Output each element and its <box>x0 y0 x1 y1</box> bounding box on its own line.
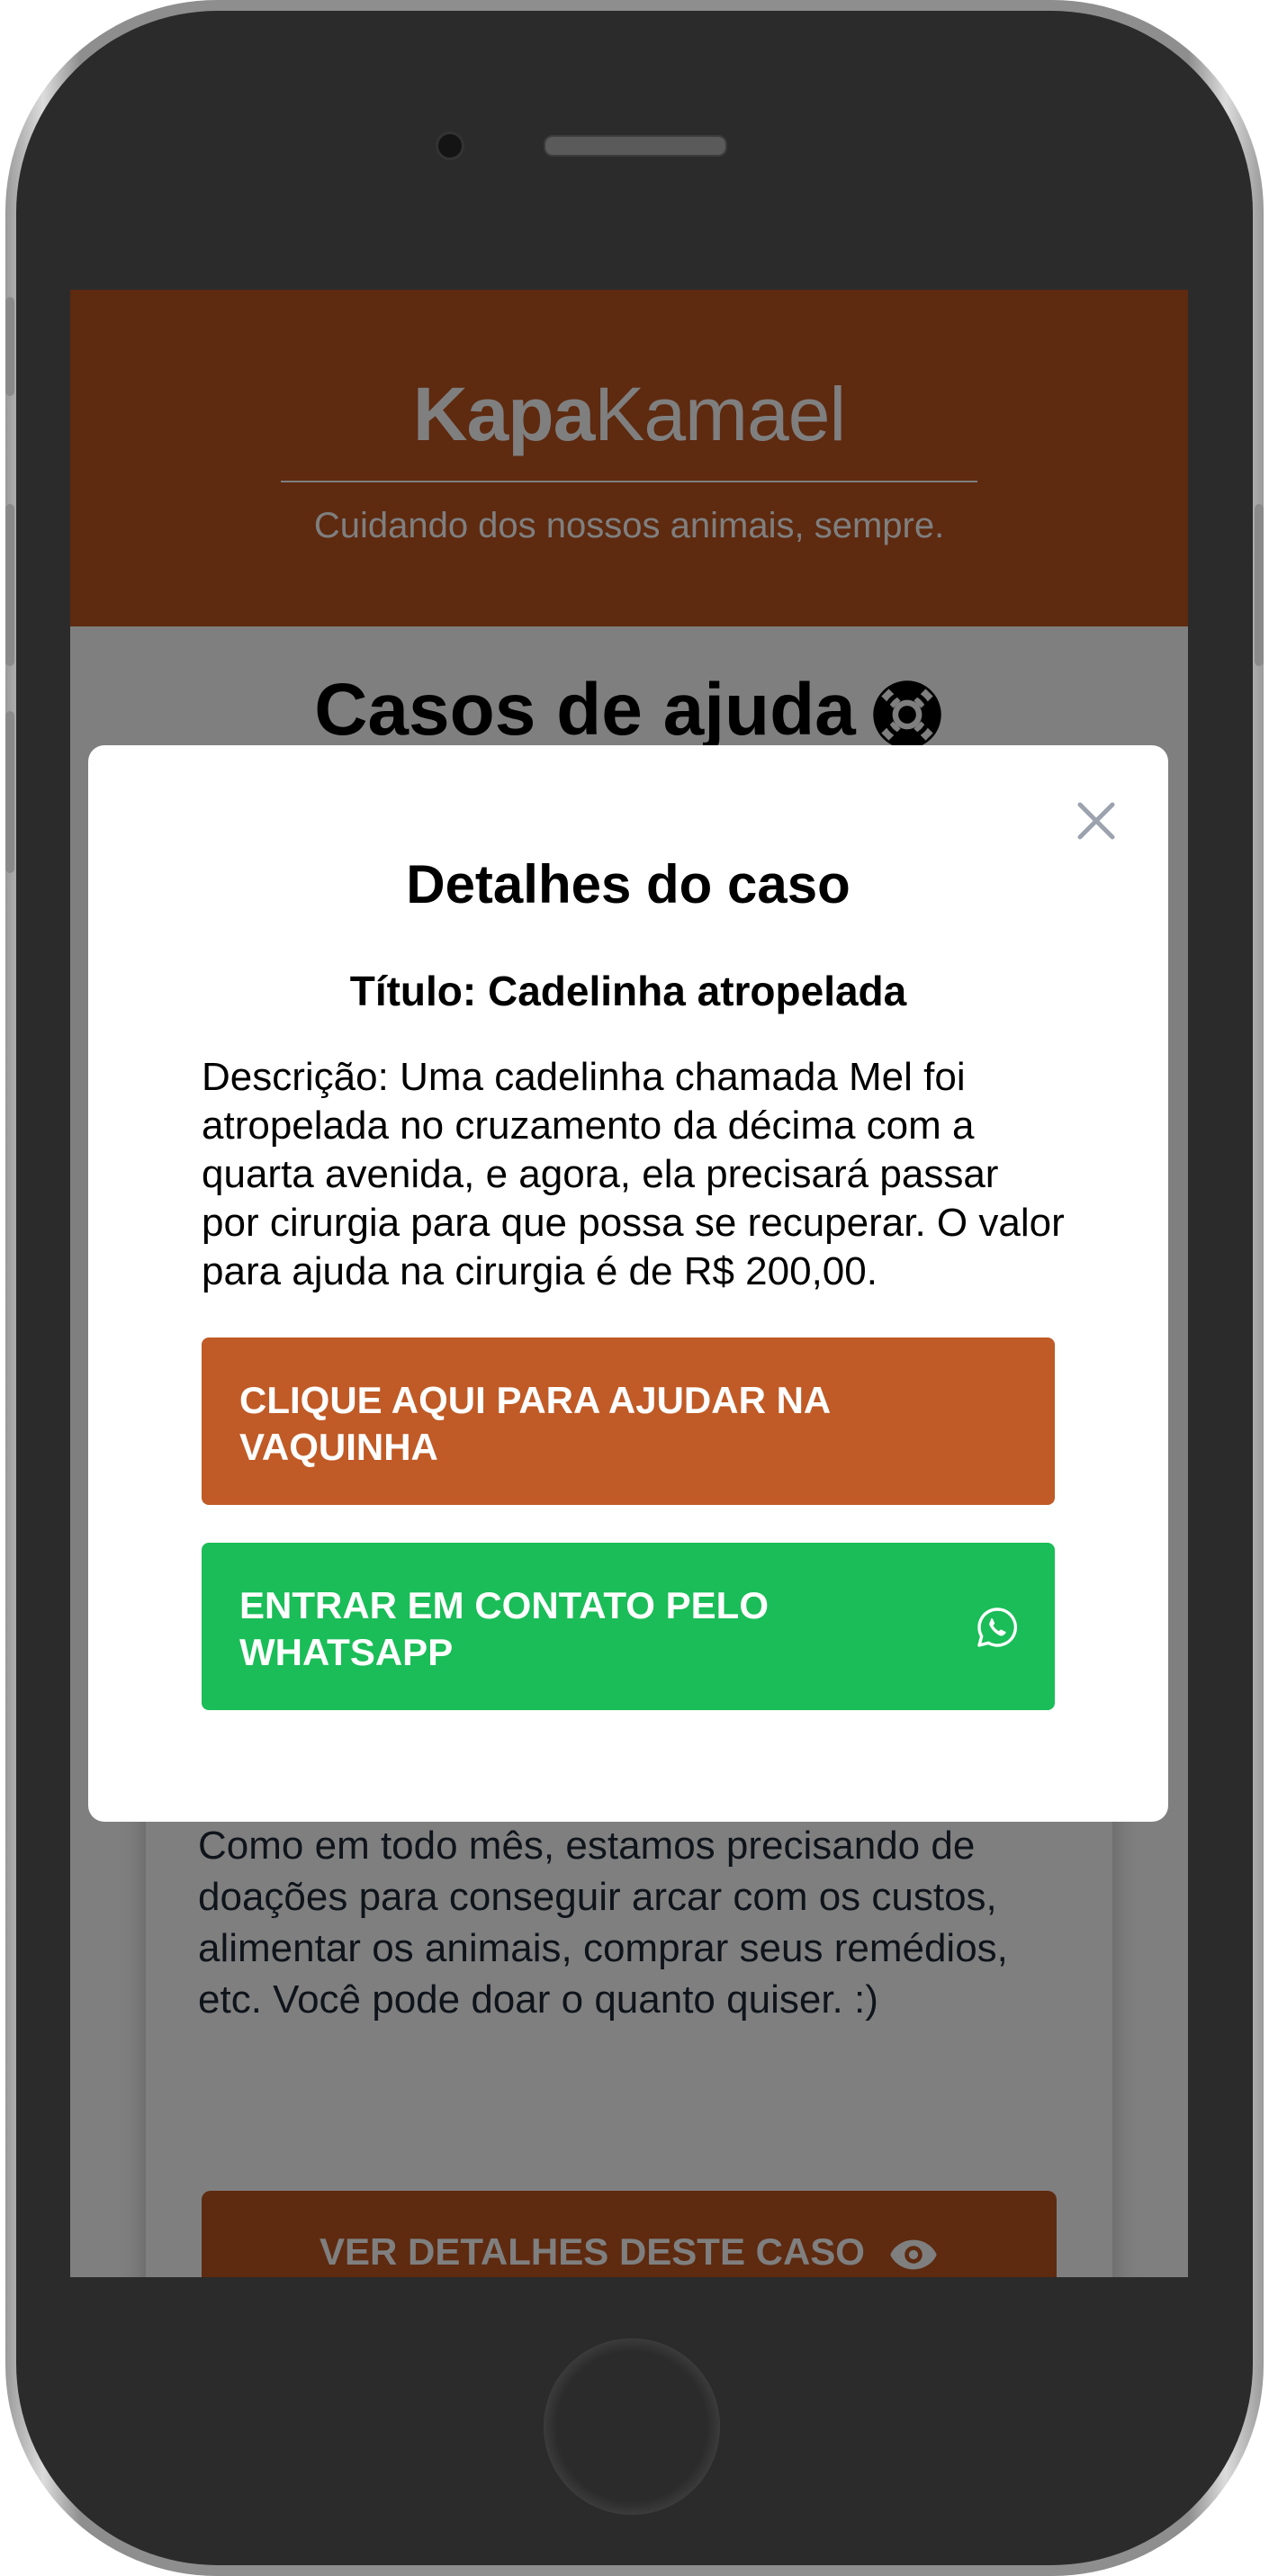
mute-switch <box>5 297 14 396</box>
modal-heading: Detalhes do caso <box>406 854 850 914</box>
volume-up-button <box>5 504 14 666</box>
earpiece-speaker <box>544 135 727 157</box>
close-icon[interactable] <box>1071 796 1121 846</box>
donate-button-label: CLIQUE AQUI PARA AJUDAR NA VAQUINHA <box>239 1379 830 1468</box>
home-button[interactable] <box>544 2338 720 2515</box>
screen: KapaKamael Cuidando dos nossos animais, … <box>70 290 1188 2277</box>
donate-button[interactable]: CLIQUE AQUI PARA AJUDAR NA VAQUINHA <box>202 1338 1055 1505</box>
whatsapp-button-label: ENTRAR EM CONTATO PELO WHATSAPP <box>239 1584 769 1673</box>
front-camera <box>436 131 464 160</box>
case-details-modal: Detalhes do caso Título: Cadelinha atrop… <box>88 745 1168 1822</box>
whatsapp-contact-button[interactable]: ENTRAR EM CONTATO PELO WHATSAPP <box>202 1543 1055 1710</box>
modal-description: Descrição: Uma cadelinha chamada Mel foi… <box>202 1055 1065 1293</box>
modal-case-title: Título: Cadelinha atropelada <box>349 968 907 1014</box>
whatsapp-icon <box>977 1608 1017 1647</box>
header-overlay <box>70 290 1188 626</box>
power-button <box>1255 504 1264 666</box>
volume-down-button <box>5 711 14 873</box>
